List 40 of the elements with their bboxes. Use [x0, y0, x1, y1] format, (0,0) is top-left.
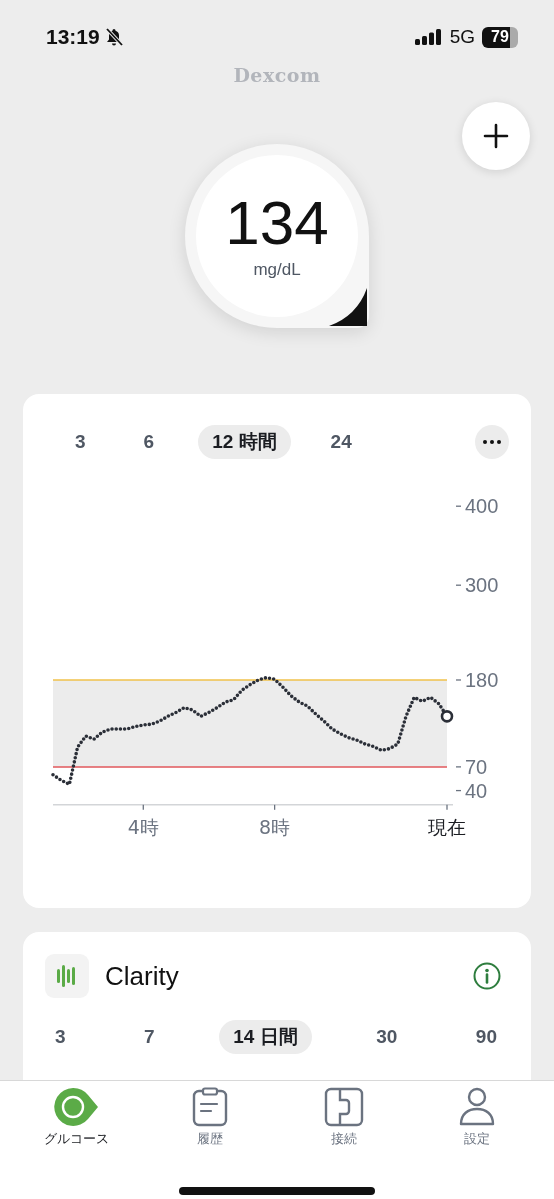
y-axis-label: 300	[465, 574, 499, 597]
x-axis-label: 現在	[428, 815, 466, 838]
network-type: 5G	[449, 26, 475, 48]
y-axis-label: 70	[465, 755, 488, 778]
glucose-drop-icon	[52, 1087, 101, 1127]
x-axis-label: 4時	[127, 815, 159, 838]
plus-icon	[483, 123, 509, 149]
x-axis-label: 8時	[259, 815, 291, 838]
battery-indicator: 79	[482, 26, 518, 48]
nav-tab[interactable]: グルコース	[21, 1087, 132, 1161]
signal-icon	[414, 29, 443, 45]
y-axis-label: 400	[465, 495, 499, 518]
y-axis-label: 180	[465, 669, 499, 691]
nav-tab[interactable]: 設定	[422, 1087, 533, 1161]
clarity-bars-icon	[45, 954, 89, 998]
status-time: 13:19	[46, 25, 100, 49]
day-range-tab[interactable]: 3	[41, 1020, 80, 1054]
trend-pointer-icon	[327, 286, 369, 328]
day-range-tab[interactable]: 14 日間	[219, 1020, 312, 1054]
clarity-title: Clarity	[105, 960, 179, 992]
brand-logo: Dexcom	[233, 64, 321, 86]
day-range-tab[interactable]: 30	[362, 1020, 412, 1054]
day-range-tab[interactable]: 90	[461, 1020, 511, 1054]
connection-icon	[323, 1087, 364, 1127]
info-icon[interactable]	[473, 962, 501, 990]
time-range-tab[interactable]: 24	[316, 425, 366, 459]
more-button[interactable]	[475, 425, 509, 459]
muted-bell-icon	[103, 27, 124, 47]
nav-tab[interactable]: 接続	[288, 1087, 399, 1161]
time-range-tab[interactable]: 3	[61, 425, 100, 459]
day-range-tab[interactable]: 7	[130, 1020, 169, 1054]
more-icon	[483, 440, 501, 444]
time-range-tab[interactable]: 6	[129, 425, 169, 459]
add-button[interactable]	[462, 102, 530, 170]
glucose-value: 134	[225, 192, 329, 254]
time-range-tab[interactable]: 12 時間	[198, 425, 291, 459]
nav-tab[interactable]: 履歴	[155, 1087, 266, 1161]
y-axis-label: 40	[465, 779, 488, 802]
current-reading-marker	[440, 710, 454, 723]
glucose-unit: mg/dL	[253, 260, 301, 280]
